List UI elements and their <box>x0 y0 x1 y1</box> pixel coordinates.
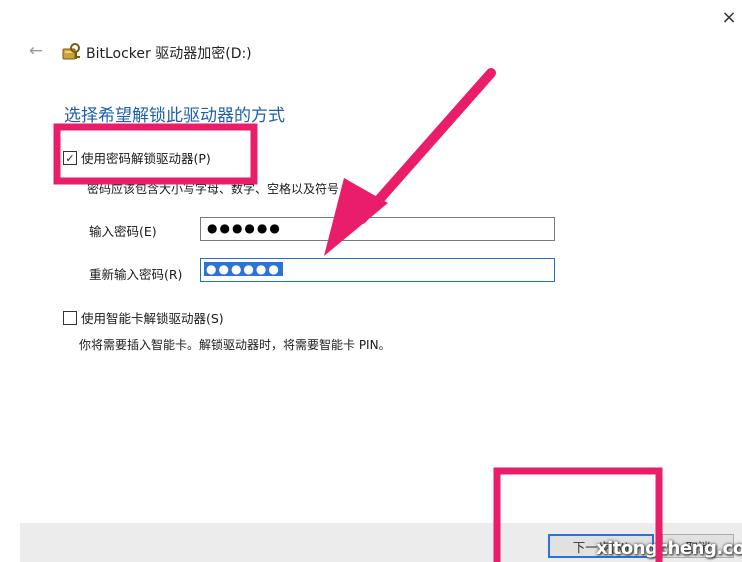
reenter-password-input[interactable]: ●●●●●● <box>200 258 555 282</box>
back-arrow-icon[interactable]: ← <box>26 41 46 61</box>
smartcard-description: 你将需要插入智能卡。解锁驱动器时，将需要智能卡 PIN。 <box>79 338 391 352</box>
window-title: BitLocker 驱动器加密(D:) <box>86 46 252 62</box>
selected-password-text: ●●●●●● <box>204 262 283 276</box>
bitlocker-dialog: × ← BitLocker 驱动器加密(D:) 选择希望解锁此驱动器的方式 ✓ … <box>0 0 742 562</box>
watermark: xitongcheng.com <box>596 538 742 559</box>
password-input[interactable]: ●●●●●● <box>200 217 555 241</box>
bitlocker-key-icon <box>62 43 80 60</box>
smartcard-checkbox[interactable] <box>63 311 77 325</box>
password-label: 输入密码(E) <box>89 224 157 239</box>
page-heading: 选择希望解锁此驱动器的方式 <box>64 106 285 126</box>
reenter-password-label: 重新输入密码(R) <box>89 267 183 282</box>
password-hint: 密码应该包含大小写字母、数字、空格以及符号 <box>87 182 340 196</box>
annotation-arrow-shaft <box>357 68 496 224</box>
password-option-label[interactable]: 使用密码解锁驱动器(P) <box>81 148 211 167</box>
password-checkbox[interactable]: ✓ <box>63 151 77 165</box>
close-icon[interactable]: × <box>716 4 742 30</box>
smartcard-option-label[interactable]: 使用智能卡解锁驱动器(S) <box>81 308 224 327</box>
